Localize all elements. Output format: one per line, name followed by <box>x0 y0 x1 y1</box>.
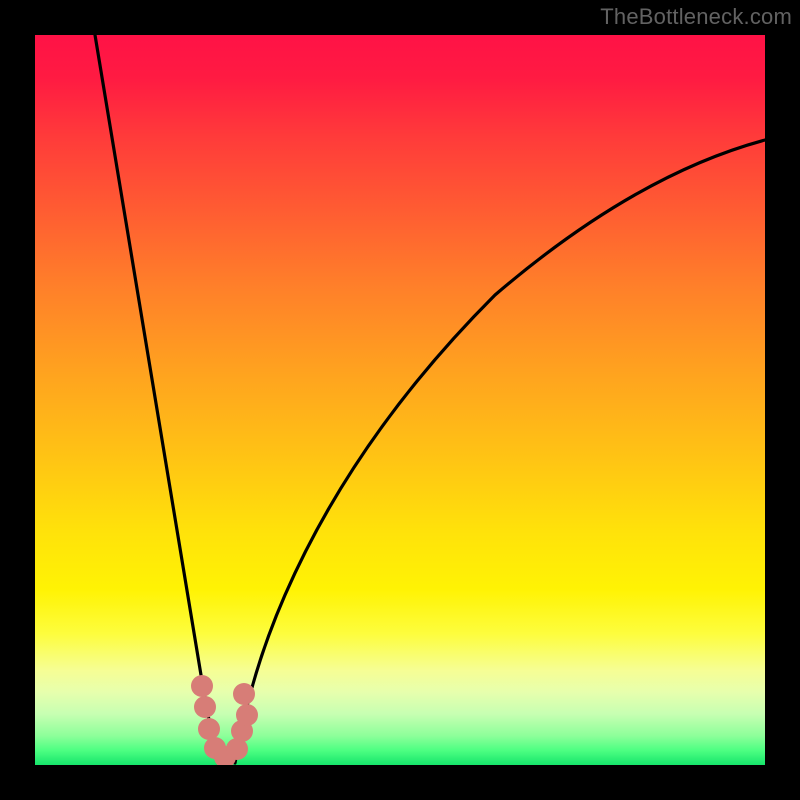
chart-svg <box>35 35 765 765</box>
marker-dot <box>194 696 216 718</box>
curve-right-arm <box>235 140 765 763</box>
curve-left-arm <box>95 35 218 763</box>
watermark-text: TheBottleneck.com <box>600 4 792 30</box>
plot-area <box>35 35 765 765</box>
marker-dot <box>236 704 258 726</box>
frame: TheBottleneck.com <box>0 0 800 800</box>
marker-dot <box>233 683 255 705</box>
marker-dot <box>191 675 213 697</box>
marker-cluster <box>191 675 258 765</box>
marker-dot <box>198 718 220 740</box>
